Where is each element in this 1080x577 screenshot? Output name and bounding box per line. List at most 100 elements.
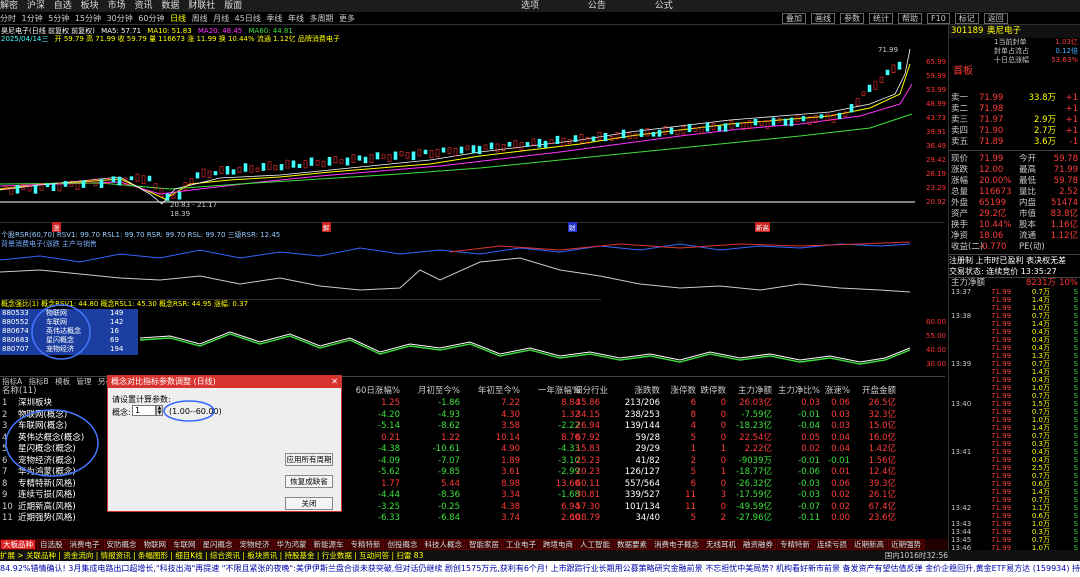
tick-row: 71.99 0.4万 S — [991, 336, 1078, 344]
period-tab[interactable]: 周线 — [192, 14, 208, 23]
quote-panel: 301189 奥尼电子 1当前封单 1.03亿 封单占流占 0.12倍 十日总涨幅 5… — [948, 25, 1080, 552]
tick-row: 13:43 71.99 1.0万 S — [951, 520, 1078, 528]
period-tab[interactable]: 多周期 — [310, 14, 334, 23]
period-tab[interactable]: 5分钟 — [48, 14, 69, 23]
f10-button[interactable]: F10 — [927, 13, 950, 24]
candle — [435, 148, 440, 158]
menu-item[interactable]: 市场 — [108, 1, 126, 11]
bottom-tab[interactable]: 专精特新 — [347, 539, 384, 550]
menu-item[interactable]: 版面 — [224, 1, 242, 11]
bottom-tab[interactable]: 新能源车 — [310, 539, 347, 550]
period-tab[interactable]: 45日线 — [235, 14, 261, 23]
menu-formula[interactable]: 公式 — [655, 1, 673, 11]
menu-item[interactable]: 沪深 — [27, 1, 45, 11]
candle — [855, 98, 860, 107]
draw-line-button[interactable]: 画线 — [811, 13, 835, 24]
bottom-tab[interactable]: 宠物经济 — [236, 539, 273, 550]
period-tab[interactable]: 1分钟 — [22, 14, 43, 23]
menu-item[interactable]: 解密 — [0, 1, 18, 11]
bottom-tab[interactable]: 近期强势 — [888, 539, 924, 550]
bottom-tab[interactable]: 数据要素 — [614, 539, 650, 550]
candle — [201, 168, 206, 178]
col-header[interactable]: 涨速% — [820, 386, 850, 398]
tab-indicator-b[interactable]: 指标B — [29, 377, 49, 386]
menu-item[interactable]: 板块 — [81, 1, 99, 11]
bottom-tab[interactable]: 科技人概念 — [421, 539, 465, 550]
tick-list: 13:37 71.99 0.7万 S 71.99 1.4万 S 71.99 1.0万 S 13:38… — [949, 288, 1080, 552]
candle — [477, 145, 482, 155]
bottom-tab[interactable]: 消费电子 — [66, 539, 103, 550]
col-header[interactable]: 名称(11) — [2, 386, 36, 398]
bottom-tab[interactable]: 人工智能 — [577, 539, 613, 550]
tab-template[interactable]: 模板 — [55, 377, 70, 386]
bottom-tab[interactable]: 车联网 — [170, 539, 199, 550]
bottom-tab[interactable]: 跨境电商 — [540, 539, 576, 550]
param-input[interactable]: 1 — [132, 405, 156, 416]
menu-notice[interactable]: 公告 — [588, 1, 606, 11]
menu-item[interactable]: 财联社 — [188, 1, 215, 11]
bottom-tab[interactable]: 星闪概念 — [199, 539, 236, 550]
bottom-tab[interactable]: 自选股 — [37, 539, 66, 550]
menu-item[interactable]: 自选 — [54, 1, 72, 11]
menu-item[interactable]: 数据 — [161, 1, 179, 11]
period-tab[interactable]: 更多 — [339, 14, 355, 23]
params-button[interactable]: 参数 — [840, 13, 864, 24]
dialog-close-button[interactable]: 关闭 — [285, 497, 333, 510]
table-row[interactable]: 11 近期强势(风格) -6.33 -6.84 3.74 2.60 108.79 34/40 5… — [0, 513, 945, 525]
col-header[interactable]: 年初至今% — [460, 386, 520, 398]
candle — [165, 193, 170, 201]
period-tab[interactable]: 年线 — [288, 14, 304, 23]
period-tab[interactable]: 30分钟 — [107, 14, 133, 23]
news-ticker[interactable]: 84.92%错情确认! 3月集成电路出口超增长,"科技出海"再提速 "不限且紧张… — [0, 561, 1080, 577]
bottom-tab[interactable]: 连续亏损 — [814, 539, 850, 550]
candle — [849, 104, 854, 113]
bottom-tab[interactable]: 融资融券 — [740, 539, 776, 550]
period-tab[interactable]: 15分钟 — [75, 14, 101, 23]
col-header[interactable]: 主力净比% — [772, 386, 820, 398]
candle — [483, 144, 488, 150]
bottom-tab[interactable]: 消费电子概念 — [651, 539, 702, 550]
period-tab[interactable]: 季线 — [266, 14, 282, 23]
menu-item[interactable]: 资讯 — [134, 1, 152, 11]
bottom-tab[interactable]: 智能家居 — [466, 539, 502, 550]
reset-default-button[interactable]: 恢复成缺省 — [285, 475, 333, 488]
kline-chart[interactable]: 71.99 20.83 - 21.17 18.39 — [0, 44, 948, 220]
col-header[interactable]: 开盘金额 — [850, 386, 896, 398]
concept-chart[interactable] — [140, 308, 925, 374]
candle — [339, 159, 344, 164]
menu-options[interactable]: 选项 — [521, 1, 539, 11]
ma20-label: MA20: 48.45 — [197, 27, 243, 35]
period-tab[interactable]: 月线 — [213, 14, 229, 23]
bottom-tab[interactable]: 近期新高 — [851, 539, 887, 550]
col-header[interactable]: 主力净额 — [726, 386, 772, 398]
rsr-chart[interactable] — [0, 240, 920, 298]
col-header[interactable]: 涨停数 — [660, 386, 696, 398]
bottom-tab[interactable]: 安防概念 — [103, 539, 140, 550]
back-button[interactable]: 返回 — [983, 13, 1008, 24]
candle — [459, 146, 464, 154]
tab-indicator-a[interactable]: 指标A — [2, 377, 22, 386]
bottom-tab[interactable]: 无线耳机 — [703, 539, 739, 550]
tab-manage[interactable]: 管理 — [76, 377, 91, 386]
close-icon[interactable]: ✕ — [331, 376, 338, 388]
candle — [45, 183, 50, 188]
col-header[interactable]: 涨跌数 — [610, 386, 660, 398]
bottom-tab[interactable]: 专精特新 — [777, 539, 813, 550]
apply-all-button[interactable]: 应用所有周期 — [285, 453, 333, 466]
bottom-tab[interactable]: 工业电子 — [503, 539, 539, 550]
col-header[interactable]: 月初至今% — [400, 386, 460, 398]
candle — [549, 139, 554, 144]
period-tab[interactable]: 60分钟 — [138, 14, 164, 23]
period-tab-active[interactable]: 日线 — [170, 14, 186, 23]
bottom-tab[interactable]: 物联网 — [140, 539, 169, 550]
help-button[interactable]: 帮助 — [898, 13, 922, 24]
candle — [261, 163, 266, 171]
bottom-tab[interactable]: 创投概念 — [384, 539, 421, 550]
bottom-tab[interactable]: 大板品种 — [0, 539, 36, 550]
mark-button[interactable]: 标记 — [954, 13, 979, 24]
overlay-button[interactable]: 叠加 — [782, 13, 806, 24]
period-tab[interactable]: 分时 — [0, 14, 16, 23]
bottom-tab[interactable]: 华为鸿蒙 — [273, 539, 310, 550]
stats-button[interactable]: 统计 — [869, 13, 893, 24]
col-header[interactable]: 跌停数 — [696, 386, 726, 398]
